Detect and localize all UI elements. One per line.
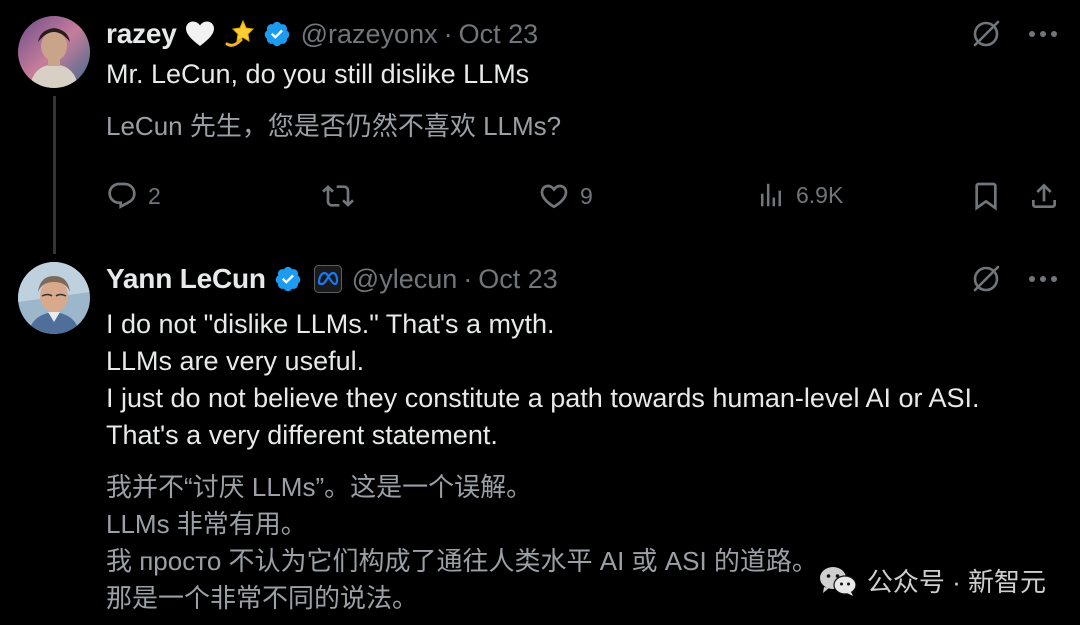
- tweet-header: Yann LeCun @ylecun · Oct 23: [106, 261, 558, 297]
- more-icon[interactable]: [1028, 30, 1058, 38]
- tweet-text-line: LLMs are very useful.: [106, 346, 365, 376]
- more-icon[interactable]: [1028, 275, 1058, 283]
- bookmark-icon: [975, 182, 997, 211]
- thread-connector-line: [53, 96, 56, 254]
- author-handle[interactable]: @ylecun: [352, 264, 457, 295]
- tweet-top-actions: [970, 263, 1058, 295]
- separator-dot: ·: [443, 18, 453, 49]
- wechat-icon: [819, 566, 857, 596]
- white-heart-icon: [185, 20, 215, 48]
- tweet-translation: LeCun 先生，您是否仍然不喜欢 LLMs?: [106, 111, 562, 141]
- reply-count: 2: [148, 182, 161, 209]
- author-handle[interactable]: @razeyonx: [301, 19, 438, 50]
- author-name[interactable]: razey: [106, 18, 177, 50]
- tweet-text-line: That's a very different statement.: [106, 420, 498, 450]
- avatar-ylecun[interactable]: [18, 262, 90, 334]
- translation-line: 那是一个非常不同的说法。: [106, 583, 419, 613]
- retweet-icon: [322, 185, 354, 207]
- tweet-text-line: I do not "dislike LLMs." That's a myth.: [106, 309, 555, 339]
- like-button[interactable]: 9: [538, 180, 593, 212]
- tweet-date[interactable]: Oct 23: [478, 264, 558, 295]
- tweet-text-line: I just do not believe they constitute a …: [106, 383, 980, 413]
- tweet-date[interactable]: Oct 23: [459, 19, 539, 50]
- tweet-text: Mr. LeCun, do you still dislike LLMs: [106, 59, 530, 89]
- wechat-watermark: 公众号 · 新智元: [819, 562, 1046, 599]
- views-chart-icon: [761, 183, 781, 207]
- views-count: 6.9K: [796, 181, 844, 208]
- avatar-razey[interactable]: [18, 16, 90, 88]
- verified-badge-icon[interactable]: [263, 20, 291, 48]
- translation-line: 我并不“讨厌 LLMs”。这是一个误解。: [106, 472, 533, 502]
- bookmark-button[interactable]: [970, 180, 1002, 212]
- verified-badge-icon[interactable]: [274, 265, 302, 293]
- tweet-header: razey @razeyonx · Oct 23: [106, 16, 538, 52]
- reply-icon: [108, 182, 136, 209]
- share-button[interactable]: [1028, 180, 1060, 212]
- tweet-action-bar: 2 9 6.9K: [106, 180, 1060, 222]
- watermark-text: 公众号 · 新智元: [866, 567, 1046, 597]
- translation-line: 我 просто 不认为它们构成了通往人类水平 AI 或 ASI 的道路。: [106, 546, 818, 576]
- reply-button[interactable]: 2: [106, 180, 161, 212]
- grok-icon[interactable]: [970, 18, 1002, 50]
- tweet-top-actions: [970, 18, 1058, 50]
- views-button[interactable]: 6.9K: [756, 180, 843, 210]
- author-name[interactable]: Yann LeCun: [106, 263, 266, 295]
- meta-logo-icon[interactable]: [313, 265, 342, 293]
- grok-icon[interactable]: [970, 263, 1002, 295]
- dizzy-star-icon: [223, 18, 255, 50]
- translation-line: LLMs 非常有用。: [106, 509, 307, 539]
- retweet-button[interactable]: [322, 180, 354, 212]
- separator-dot: ·: [463, 263, 473, 294]
- share-icon: [1032, 183, 1056, 208]
- heart-icon: [540, 184, 568, 209]
- like-count: 9: [580, 182, 593, 209]
